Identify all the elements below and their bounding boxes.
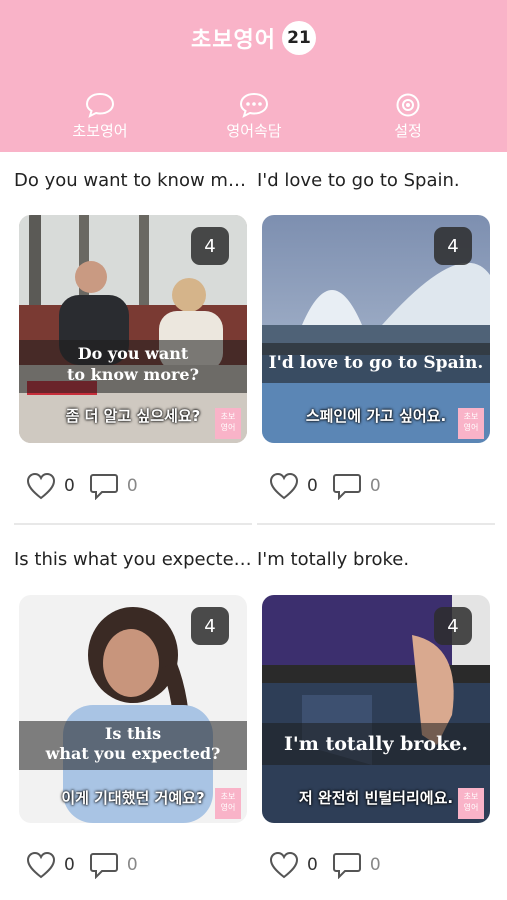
divider: [14, 523, 252, 525]
like-count: 0: [307, 855, 318, 875]
comment-count: 0: [369, 476, 381, 496]
tab-label: 초보영어: [72, 122, 128, 140]
comment-count: 0: [369, 855, 381, 875]
card-thumbnail[interactable]: 4 I'm totally broke. 저 완전히 빈털터리에요. 초보 영어: [262, 595, 490, 823]
count-badge[interactable]: 21: [281, 21, 316, 55]
brand-logo: 초보 영어: [215, 408, 241, 439]
brand-logo: 초보 영어: [458, 788, 484, 819]
card-caption: Is this what you expected?: [14, 549, 254, 570]
card-item[interactable]: Do you want to know mor... 4 Do you want…: [14, 170, 260, 510]
comment-icon[interactable]: [89, 851, 119, 879]
card-thumbnail[interactable]: 4 I'd love to go to Spain. 스페인에 가고 싶어요. …: [262, 215, 490, 443]
app-title: 초보영어: [191, 28, 276, 53]
card-actions: 0 0: [269, 472, 395, 500]
card-caption: I'm totally broke.: [257, 549, 410, 570]
english-phrase: I'm totally broke.: [262, 723, 490, 765]
korean-phrase: 저 완전히 빈털터리에요.: [298, 789, 454, 807]
title-row: 초보영어 21: [0, 18, 507, 58]
card-actions: 0 0: [26, 851, 152, 879]
tab-label: 영어속담: [226, 122, 282, 140]
like-count: 0: [64, 476, 75, 496]
chat-bubble-icon: [85, 92, 115, 118]
card-item[interactable]: Is this what you expected? 4 Is this wha…: [14, 549, 260, 889]
card-caption: Do you want to know mor...: [14, 170, 254, 191]
card-thumbnail[interactable]: 4 Do you want to know more? 좀 더 알고 싶으세요?…: [19, 215, 247, 443]
korean-phrase: 스페인에 가고 싶어요.: [305, 407, 447, 425]
divider: [257, 523, 495, 525]
brand-logo: 초보 영어: [215, 788, 241, 819]
tab-label: 설정: [394, 122, 422, 140]
english-phrase: I'd love to go to Spain.: [262, 343, 490, 383]
tab-beginner-english[interactable]: 초보영어: [50, 92, 150, 142]
card-thumbnail[interactable]: 4 Is this what you expected? 이게 기대했던 거예요…: [19, 595, 247, 823]
count-badge: 4: [434, 227, 472, 265]
like-count: 0: [64, 855, 75, 875]
korean-phrase: 이게 기대했던 거예요?: [61, 789, 205, 807]
english-phrase: Do you want to know more?: [19, 340, 247, 393]
comment-count: 0: [126, 855, 138, 875]
gear-icon: [396, 93, 420, 117]
heart-icon[interactable]: [269, 472, 299, 500]
comment-icon[interactable]: [89, 472, 119, 500]
card-item[interactable]: I'm totally broke. 4 I'm totally broke. …: [257, 549, 503, 889]
comment-count: 0: [126, 476, 138, 496]
card-item[interactable]: I'd love to go to Spain. 4 I'd love to g…: [257, 170, 503, 510]
like-count: 0: [307, 476, 318, 496]
english-phrase: Is this what you expected?: [19, 721, 247, 770]
count-badge: 4: [191, 227, 229, 265]
korean-phrase: 좀 더 알고 싶으세요?: [65, 407, 201, 425]
chat-dots-icon: [239, 92, 269, 118]
card-actions: 0 0: [269, 851, 395, 879]
heart-icon[interactable]: [269, 851, 299, 879]
count-badge: 4: [434, 607, 472, 645]
tab-english-proverbs[interactable]: 영어속담: [204, 92, 304, 142]
tab-settings[interactable]: 설정: [358, 92, 458, 142]
heart-icon[interactable]: [26, 472, 56, 500]
count-badge: 4: [191, 607, 229, 645]
comment-icon[interactable]: [332, 472, 362, 500]
card-actions: 0 0: [26, 472, 152, 500]
heart-icon[interactable]: [26, 851, 56, 879]
app-header: 초보영어 21 초보영어 영어속담 설정: [0, 0, 507, 152]
card-caption: I'd love to go to Spain.: [257, 170, 460, 191]
comment-icon[interactable]: [332, 851, 362, 879]
brand-logo: 초보 영어: [458, 408, 484, 439]
